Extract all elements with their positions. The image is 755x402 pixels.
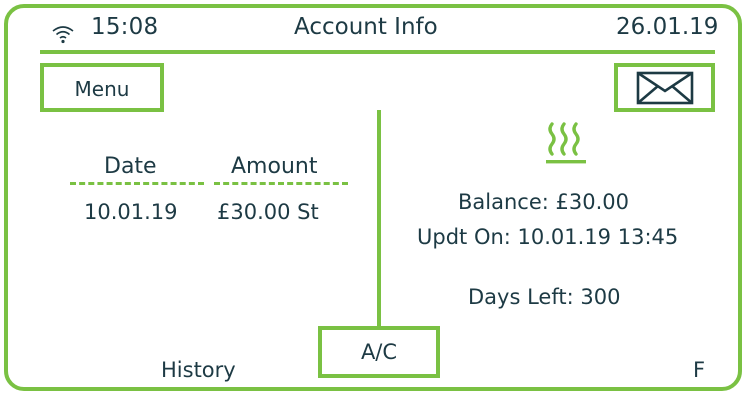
- column-header-date: Date: [104, 154, 157, 179]
- menu-button-label: Menu: [74, 76, 130, 101]
- f-softkey[interactable]: F: [693, 358, 705, 382]
- days-left-text: Days Left: 300: [468, 285, 621, 309]
- history-softkey[interactable]: History: [161, 358, 236, 382]
- screen-title: Account Info: [294, 14, 438, 40]
- ac-button-label: A/C: [360, 340, 398, 364]
- envelope-icon: [636, 71, 693, 104]
- wifi-icon: [52, 26, 74, 44]
- column-underline-date: [70, 182, 204, 185]
- clock-time: 15:08: [91, 14, 159, 40]
- column-header-amount: Amount: [231, 154, 318, 179]
- balance-text: Balance: £30.00: [458, 190, 629, 214]
- messages-button[interactable]: [614, 63, 715, 112]
- current-date: 26.01.19: [616, 14, 719, 40]
- column-underline-amount: [214, 182, 348, 185]
- panel-divider: [377, 110, 381, 328]
- table-cell-date: 10.01.19: [84, 200, 178, 224]
- menu-button[interactable]: Menu: [40, 63, 164, 112]
- updated-on-text: Updt On: 10.01.19 13:45: [417, 225, 679, 249]
- ac-button[interactable]: A/C: [318, 326, 440, 378]
- heat-icon: [546, 122, 586, 164]
- table-cell-amount: £30.00 St: [217, 200, 319, 224]
- header-divider: [40, 50, 715, 54]
